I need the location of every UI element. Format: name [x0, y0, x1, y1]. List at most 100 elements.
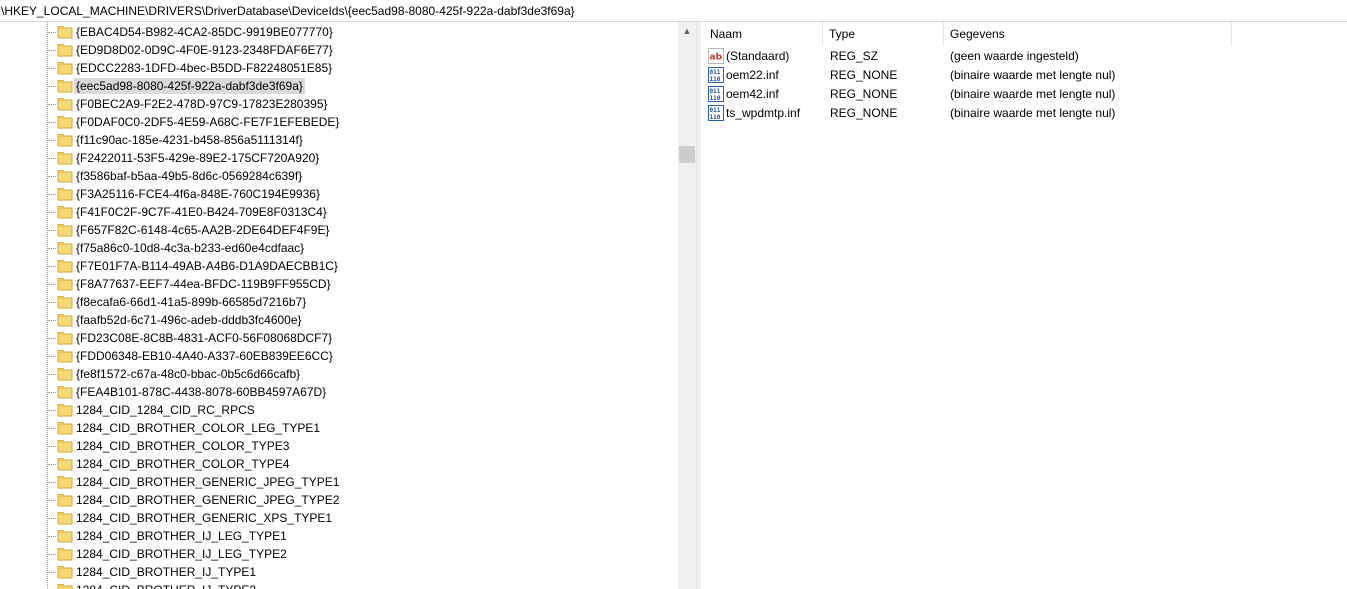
tree-item[interactable]: {FDD06348-EB10-4A40-A337-60EB839EE6CC} — [0, 347, 678, 365]
tree-item-label: {f11c90ac-185e-4231-b458-856a5111314f} — [76, 133, 303, 147]
tree-item-label: {f75a86c0-10d8-4c3a-b233-ed60e4cdfaac} — [76, 241, 305, 255]
scroll-up-arrow-icon[interactable]: ▲ — [678, 22, 696, 40]
tree-item[interactable]: {F8A77637-EEF7-44ea-BFDC-119B9FF955CD} — [0, 275, 678, 293]
tree-item[interactable]: {EDCC2283-1DFD-4bec-B5DD-F82248051E85} — [0, 59, 678, 77]
tree-item[interactable]: {F657F82C-6148-4c65-AA2B-2DE64DEF4F9E} — [0, 221, 678, 239]
tree-connector — [48, 50, 56, 51]
tree-connector — [48, 302, 56, 303]
tree-item[interactable]: {F2422011-53F5-429e-89E2-175CF720A920} — [0, 149, 678, 167]
tree-item[interactable]: 1284_CID_BROTHER_GENERIC_XPS_TYPE1 — [0, 509, 678, 527]
tree-item-label: {fe8f1572-c67a-48c0-bbac-0b5c6d66cafb} — [76, 367, 301, 381]
folder-icon — [57, 511, 73, 525]
value-name: (Standaard) — [726, 49, 790, 63]
tree-item-label: 1284_CID_BROTHER_COLOR_TYPE4 — [76, 457, 290, 471]
folder-icon — [57, 241, 73, 255]
value-type: REG_NONE — [830, 106, 898, 120]
tree-item[interactable]: {ED9D8D02-0D9C-4F0E-9123-2348FDAF6E77} — [0, 41, 678, 59]
tree-item[interactable]: {f3586baf-b5aa-49b5-8d6c-0569284c639f} — [0, 167, 678, 185]
value-row[interactable]: ab (Standaard) REG_SZ (geen waarde ingestel… — [701, 47, 1347, 66]
value-data: (binaire waarde met lengte nul) — [950, 106, 1116, 120]
tree-item[interactable]: {F3A25116-FCE4-4f6a-848E-760C194E9936} — [0, 185, 678, 203]
tree-connector — [48, 212, 56, 213]
column-header-data[interactable]: Gegevens — [944, 22, 1232, 46]
tree-item-label: {FDD06348-EB10-4A40-A337-60EB839EE6CC} — [76, 349, 333, 363]
tree-connector — [48, 158, 56, 159]
tree-item[interactable]: 1284_CID_BROTHER_COLOR_LEG_TYPE1 — [0, 419, 678, 437]
tree-item[interactable]: 1284_CID_BROTHER_IJ_TYPE2 — [0, 581, 678, 589]
folder-icon — [57, 187, 73, 201]
tree-item[interactable]: {F7E01F7A-B114-49AB-A4B6-D1A9DAECBB1C} — [0, 257, 678, 275]
folder-icon — [57, 583, 73, 589]
tree-item[interactable]: 1284_CID_BROTHER_IJ_LEG_TYPE1 — [0, 527, 678, 545]
binary-value-icon: 011 110 — [708, 86, 724, 102]
scroll-thumb[interactable] — [679, 146, 695, 163]
tree-item-label: 1284_CID_1284_CID_RC_RPCS — [76, 403, 255, 417]
values-list[interactable]: Naam Type Gegevens ab (Standaard) REG_SZ (g… — [701, 22, 1347, 589]
folder-icon — [57, 529, 73, 543]
tree-item-label: {F0BEC2A9-F2E2-478D-97C9-17823E280395} — [76, 97, 328, 111]
tree-item[interactable]: 1284_CID_BROTHER_COLOR_TYPE4 — [0, 455, 678, 473]
folder-icon — [57, 223, 73, 237]
tree-item[interactable]: {FEA4B101-878C-4438-8078-60BB4597A67D} — [0, 383, 678, 401]
folder-icon — [57, 25, 73, 39]
value-row[interactable]: 011 110 ts_wpdmtp.inf REG_NONE (binaire waar… — [701, 104, 1347, 123]
tree-item-label: {f3586baf-b5aa-49b5-8d6c-0569284c639f} — [76, 169, 303, 183]
address-bar[interactable]: \HKEY_LOCAL_MACHINE\DRIVERS\DriverDataba… — [0, 0, 1347, 22]
tree-item[interactable]: {f8ecafa6-66d1-41a5-899b-66585d7216b7} — [0, 293, 678, 311]
tree-item-label: {eec5ad98-8080-425f-922a-dabf3de3f69a} — [74, 78, 305, 94]
value-name: ts_wpdmtp.inf — [726, 106, 801, 120]
tree-item-label: 1284_CID_BROTHER_IJ_LEG_TYPE2 — [76, 547, 287, 561]
column-header-name[interactable]: Naam — [704, 22, 823, 46]
tree-item[interactable]: {FD23C08E-8C8B-4831-ACF0-56F08068DCF7} — [0, 329, 678, 347]
tree-connector — [48, 32, 56, 33]
svg-text:011: 011 — [710, 107, 721, 114]
tree-connector — [48, 392, 56, 393]
tree-item[interactable]: 1284_CID_BROTHER_IJ_LEG_TYPE2 — [0, 545, 678, 563]
tree-connector — [48, 86, 56, 87]
tree-item-label: {EBAC4D54-B982-4CA2-85DC-9919BE077770} — [76, 25, 333, 39]
tree-item[interactable]: {faafb52d-6c71-496c-adeb-dddb3fc4600e} — [0, 311, 678, 329]
tree-item[interactable]: 1284_CID_1284_CID_RC_RPCS — [0, 401, 678, 419]
tree-item[interactable]: 1284_CID_BROTHER_COLOR_TYPE3 — [0, 437, 678, 455]
tree-item[interactable]: 1284_CID_BROTHER_GENERIC_JPEG_TYPE2 — [0, 491, 678, 509]
tree-connector — [48, 518, 56, 519]
svg-text:ab: ab — [710, 53, 723, 63]
address-path: \HKEY_LOCAL_MACHINE\DRIVERS\DriverDataba… — [1, 4, 575, 18]
folder-icon — [57, 367, 73, 381]
tree-item[interactable]: {f11c90ac-185e-4231-b458-856a5111314f} — [0, 131, 678, 149]
tree-item-label: 1284_CID_BROTHER_IJ_TYPE1 — [76, 565, 257, 579]
value-row[interactable]: 011 110 oem22.inf REG_NONE (binaire waarde m… — [701, 66, 1347, 85]
binary-value-icon: 011 110 — [708, 105, 724, 121]
tree-connector — [48, 284, 56, 285]
tree-item-label: 1284_CID_BROTHER_GENERIC_XPS_TYPE1 — [76, 511, 333, 525]
value-name: oem42.inf — [726, 87, 779, 101]
tree-item[interactable]: {EBAC4D54-B982-4CA2-85DC-9919BE077770} — [0, 23, 678, 41]
tree-item[interactable]: {F0BEC2A9-F2E2-478D-97C9-17823E280395} — [0, 95, 678, 113]
folder-icon — [57, 421, 73, 435]
column-header-type[interactable]: Type — [823, 22, 944, 46]
tree-item[interactable]: {f75a86c0-10d8-4c3a-b233-ed60e4cdfaac} — [0, 239, 678, 257]
tree-scrollbar[interactable]: ▲ — [678, 22, 696, 589]
folder-icon — [57, 79, 73, 93]
tree-item-label: 1284_CID_BROTHER_COLOR_LEG_TYPE1 — [76, 421, 321, 435]
svg-text:011: 011 — [710, 69, 721, 76]
svg-text:011: 011 — [710, 88, 721, 95]
tree-connector — [48, 428, 56, 429]
tree-item[interactable]: {eec5ad98-8080-425f-922a-dabf3de3f69a} — [0, 77, 678, 95]
registry-tree[interactable]: {EBAC4D54-B982-4CA2-85DC-9919BE077770} {E… — [0, 22, 696, 589]
tree-connector — [48, 554, 56, 555]
tree-item-label: {faafb52d-6c71-496c-adeb-dddb3fc4600e} — [76, 313, 302, 327]
tree-item[interactable]: {F0DAF0C0-2DF5-4E59-A68C-FE7F1EFEBEDE} — [0, 113, 678, 131]
value-data: (geen waarde ingesteld) — [950, 49, 1079, 63]
tree-item-label: {ED9D8D02-0D9C-4F0E-9123-2348FDAF6E77} — [76, 43, 333, 57]
tree-item-label: 1284_CID_BROTHER_IJ_TYPE2 — [74, 582, 258, 589]
value-data: (binaire waarde met lengte nul) — [950, 87, 1116, 101]
tree-connector — [48, 374, 56, 375]
tree-item[interactable]: {fe8f1572-c67a-48c0-bbac-0b5c6d66cafb} — [0, 365, 678, 383]
tree-item[interactable]: {F41F0C2F-9C7F-41E0-B424-709E8F0313C4} — [0, 203, 678, 221]
tree-item[interactable]: 1284_CID_BROTHER_GENERIC_JPEG_TYPE1 — [0, 473, 678, 491]
tree-item[interactable]: 1284_CID_BROTHER_IJ_TYPE1 — [0, 563, 678, 581]
value-row[interactable]: 011 110 oem42.inf REG_NONE (binaire waarde m… — [701, 85, 1347, 104]
tree-connector — [48, 410, 56, 411]
tree-connector — [48, 356, 56, 357]
